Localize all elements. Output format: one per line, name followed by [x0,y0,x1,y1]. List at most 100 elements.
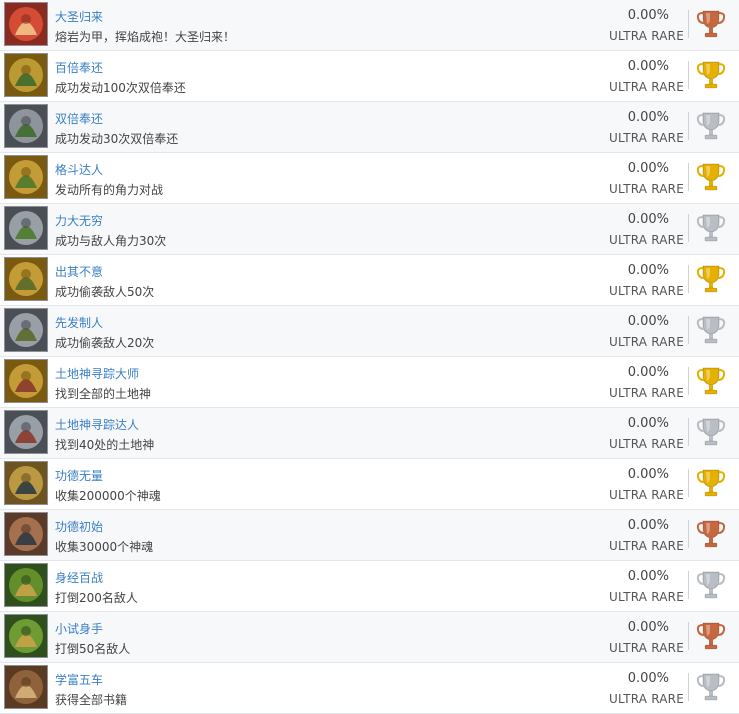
unlock-percent: 0.00% [627,263,669,278]
divider [688,418,689,446]
unlock-percent: 0.00% [627,416,669,431]
divider [688,10,689,38]
divider [688,112,689,140]
divider [688,163,689,191]
achievement-description: 获得全部书籍 [55,693,128,707]
achievement-title[interactable]: 格斗达人 [55,161,103,178]
bronze-trophy-icon [696,620,726,652]
achievement-row: 小试身手 打倒50名敌人 0.00% ULTRA RARE [0,612,739,663]
silver-trophy-icon [696,314,726,346]
achievement-title[interactable]: 土地神寻踪大师 [55,365,139,382]
rarity-label: ULTRA RARE [608,539,684,553]
divider [688,673,689,701]
silver-trophy-icon [696,569,726,601]
unlock-percent: 0.00% [627,671,669,686]
warrior-green-icon [4,563,48,607]
achievement-description: 打倒200名敌人 [55,591,138,605]
achievement-row: 格斗达人 发动所有的角力对战 0.00% ULTRA RARE [0,153,739,204]
rarity-label: ULTRA RARE [608,335,684,349]
achievement-title[interactable]: 出其不意 [55,263,103,280]
spirit-bronze-icon [4,512,48,556]
achievement-row: 土地神寻踪大师 找到全部的土地神 0.00% ULTRA RARE [0,357,739,408]
gold-trophy-icon [696,263,726,295]
brawl-gold-icon [4,155,48,199]
achievement-row: 身经百战 打倒200名敌人 0.00% ULTRA RARE [0,561,739,612]
achievement-row: 先发制人 成功偷袭敌人20次 0.00% ULTRA RARE [0,306,739,357]
monkey-king-red-icon [4,2,48,46]
achievement-title[interactable]: 功德无量 [55,467,103,484]
silver-trophy-icon [696,416,726,448]
achievement-title[interactable]: 学富五车 [55,671,103,688]
gold-trophy-icon [696,59,726,91]
divider [688,61,689,89]
divider [688,571,689,599]
achievement-title[interactable]: 功德初始 [55,518,103,535]
achievement-title[interactable]: 小试身手 [55,620,103,637]
rarity-label: ULTRA RARE [608,488,684,502]
gold-trophy-icon [696,365,726,397]
achievement-title[interactable]: 身经百战 [55,569,103,586]
achievement-description: 成功发动100次双倍奉还 [55,81,186,95]
unlock-percent: 0.00% [627,110,669,125]
divider [688,316,689,344]
achievement-row: 大圣归来 熔岩为甲，挥焰成袍！大圣归来！ 0.00% ULTRA RARE [0,0,739,51]
achievement-description: 成功发动30次双倍奉还 [55,132,179,146]
ambush-silver-icon [4,308,48,352]
achievement-row: 力大无穷 成功与敌人角力30次 0.00% ULTRA RARE [0,204,739,255]
achievement-description: 熔岩为甲，挥焰成袍！大圣归来！ [55,30,236,44]
achievement-description: 成功偷袭敌人50次 [55,285,155,299]
rarity-label: ULTRA RARE [608,641,684,655]
achievement-list: 大圣归来 熔岩为甲，挥焰成袍！大圣归来！ 0.00% ULTRA RARE 百倍… [0,0,739,714]
silver-trophy-icon [696,110,726,142]
rarity-label: ULTRA RARE [608,233,684,247]
unlock-percent: 0.00% [627,569,669,584]
achievement-title[interactable]: 大圣归来 [55,8,103,25]
ambush-gold-icon [4,257,48,301]
divider [688,214,689,242]
brawl-silver-icon [4,206,48,250]
rarity-label: ULTRA RARE [608,590,684,604]
rarity-label: ULTRA RARE [608,80,684,94]
achievement-title[interactable]: 力大无穷 [55,212,103,229]
bronze-trophy-icon [696,518,726,550]
divider [688,469,689,497]
rarity-label: ULTRA RARE [608,182,684,196]
achievement-title[interactable]: 百倍奉还 [55,59,103,76]
achievement-row: 功德无量 收集200000个神魂 0.00% ULTRA RARE [0,459,739,510]
unlock-percent: 0.00% [627,314,669,329]
achievement-row: 出其不意 成功偷袭敌人50次 0.00% ULTRA RARE [0,255,739,306]
rarity-label: ULTRA RARE [608,692,684,706]
achievement-title[interactable]: 先发制人 [55,314,103,331]
unlock-percent: 0.00% [627,365,669,380]
divider [688,622,689,650]
achievement-description: 成功偷袭敌人20次 [55,336,155,350]
gold-trophy-icon [696,161,726,193]
achievement-description: 找到40处的土地神 [55,438,155,452]
divider [688,265,689,293]
achievement-row: 百倍奉还 成功发动100次双倍奉还 0.00% ULTRA RARE [0,51,739,102]
achievement-description: 收集30000个神魂 [55,540,154,554]
achievement-row: 双倍奉还 成功发动30次双倍奉还 0.00% ULTRA RARE [0,102,739,153]
earth-god-gold-icon [4,359,48,403]
rarity-label: ULTRA RARE [608,386,684,400]
earth-god-silver-icon [4,410,48,454]
achievement-row: 功德初始 收集30000个神魂 0.00% ULTRA RARE [0,510,739,561]
achievement-description: 成功与敌人角力30次 [55,234,167,248]
unlock-percent: 0.00% [627,467,669,482]
achievement-description: 发动所有的角力对战 [55,183,164,197]
silver-trophy-icon [696,671,726,703]
rarity-label: ULTRA RARE [608,284,684,298]
fighters-silver-icon [4,104,48,148]
achievement-title[interactable]: 土地神寻踪达人 [55,416,139,433]
divider [688,520,689,548]
rarity-label: ULTRA RARE [608,131,684,145]
unlock-percent: 0.00% [627,620,669,635]
achievement-title[interactable]: 双倍奉还 [55,110,103,127]
achievement-row: 学富五车 获得全部书籍 0.00% ULTRA RARE [0,663,739,714]
spirit-gold-icon [4,461,48,505]
rarity-label: ULTRA RARE [608,437,684,451]
achievement-description: 打倒50名敌人 [55,642,131,656]
silver-trophy-icon [696,212,726,244]
fighters-gold-icon [4,53,48,97]
books-icon [4,665,48,709]
